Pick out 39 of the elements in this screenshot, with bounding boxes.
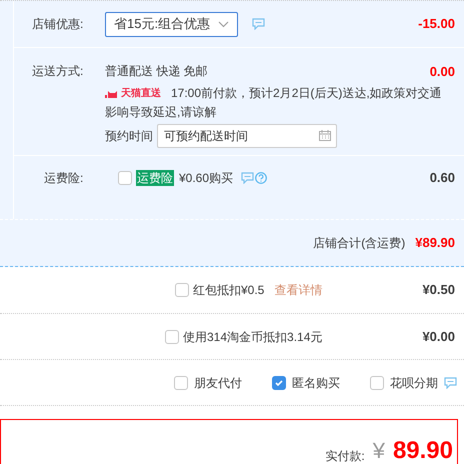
help-icon[interactable] — [255, 172, 268, 184]
insurance-tag: 运费险 — [136, 170, 174, 186]
discount-amount: -15.00 — [418, 15, 455, 34]
option-label: 匿名购买 — [292, 374, 340, 392]
field-label: 运送方式: — [32, 63, 84, 80]
calendar-icon — [319, 130, 331, 141]
delivery-note: 天猫直送 17:00前付款，预计2月2日(后天)送达,如政策对交通影响导致延迟,请谅解 — [105, 84, 443, 121]
delivery-badge: 天猫直送 — [105, 84, 161, 103]
checkbox[interactable] — [118, 170, 132, 184]
chat-icon[interactable] — [444, 376, 457, 388]
option-label: 花呗分期 — [390, 374, 438, 392]
checkbox[interactable] — [175, 283, 189, 297]
caret-icon — [218, 20, 230, 28]
chat-icon[interactable] — [241, 172, 254, 184]
shipping-method: 普通配送 快递 免邮 — [105, 63, 208, 80]
discount-dropdown[interactable]: 省15元:组合优惠 — [105, 12, 238, 36]
store-total-label: 店铺合计(含运费) — [313, 235, 406, 252]
checkbox[interactable] — [174, 376, 188, 390]
option-label: 红包抵扣¥0.5 — [193, 282, 264, 299]
checkbox[interactable] — [370, 376, 384, 390]
option-label: 朋友代付 — [194, 374, 242, 392]
coins-amount: ¥0.00 — [422, 328, 455, 346]
payment-amount: 89.90 — [392, 437, 453, 464]
bonus-deduction-amount: ¥0.50 — [422, 281, 455, 300]
currency-symbol: ¥ — [372, 437, 385, 464]
shipping-amount: 0.00 — [430, 63, 455, 81]
schedule-field[interactable]: 可预约配送时间 — [157, 124, 337, 148]
schedule-label: 预约时间 — [105, 128, 153, 145]
insurance-amount: 0.60 — [430, 168, 455, 187]
check-icon — [274, 378, 284, 388]
checkbox[interactable] — [165, 330, 179, 344]
insurance-price: ¥0.60购买 — [179, 170, 234, 186]
checkbox[interactable] — [272, 376, 286, 390]
option-label: 使用314淘金币抵扣3.14元 — [183, 328, 322, 346]
field-label: 店铺优惠: — [32, 16, 84, 33]
payment-label: 实付款: — [325, 448, 365, 464]
field-label: 运费险: — [44, 170, 84, 186]
store-total-amount: ¥89.90 — [415, 234, 455, 252]
chat-icon[interactable] — [252, 18, 266, 30]
